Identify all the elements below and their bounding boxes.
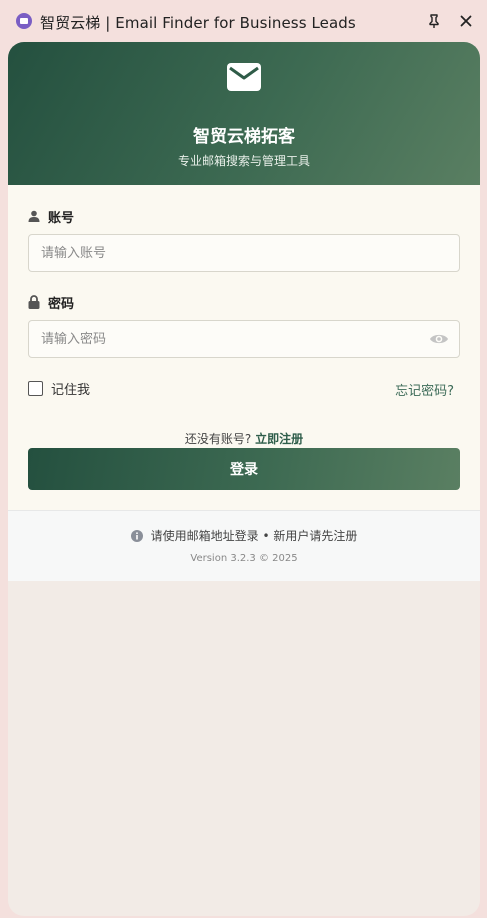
brand-header: 智贸云梯拓客 专业邮箱搜索与管理工具 (8, 42, 480, 185)
user-icon (28, 210, 40, 222)
password-label: 密码 (28, 293, 75, 312)
register-prompt-text: 还没有账号? (184, 432, 252, 446)
remember-me[interactable]: 记住我 (28, 379, 90, 398)
password-label-text: 密码 (48, 296, 75, 312)
account-field[interactable] (28, 234, 460, 272)
password-field[interactable] (28, 320, 460, 358)
forgot-password-link[interactable]: 忘记密码? (395, 380, 454, 399)
footer: 请使用邮箱地址登录 • 新用户请先注册 Version 3.2.3 © 2025 (8, 510, 480, 581)
window-title: 智贸云梯 | Email Finder for Business Leads (40, 14, 356, 32)
password-input[interactable] (29, 321, 421, 357)
login-button[interactable]: 登录 (28, 448, 460, 490)
brand-subtitle: 专业邮箱搜索与管理工具 (177, 154, 310, 168)
brand-title: 智贸云梯拓客 (193, 127, 295, 147)
account-input[interactable] (29, 235, 421, 271)
eye-icon[interactable] (429, 332, 449, 346)
mail-logo-icon (16, 13, 32, 29)
title-bar: 智贸云梯 | Email Finder for Business Leads (0, 0, 487, 42)
login-form: 账号 密码 记住我 忘记密码? 还没有账号? 立即 (8, 185, 480, 510)
account-label-text: 账号 (48, 210, 75, 226)
close-icon[interactable] (458, 13, 474, 29)
register-link[interactable]: 立即注册 (255, 432, 303, 446)
account-label: 账号 (28, 207, 75, 226)
footer-hint: 请使用邮箱地址登录 • 新用户请先注册 (8, 527, 480, 544)
remember-label: 记住我 (51, 383, 91, 398)
envelope-icon (227, 63, 261, 91)
pin-icon[interactable] (426, 13, 442, 29)
version-text: Version 3.2.3 © 2025 (190, 553, 298, 564)
register-prompt: 还没有账号? 立即注册 (8, 430, 480, 447)
footer-hint-text: 请使用邮箱地址登录 • 新用户请先注册 (150, 529, 358, 543)
remember-checkbox[interactable] (28, 381, 43, 396)
info-icon (130, 529, 143, 542)
login-card: 智贸云梯拓客 专业邮箱搜索与管理工具 账号 密码 (8, 42, 480, 916)
lock-icon (28, 295, 40, 309)
